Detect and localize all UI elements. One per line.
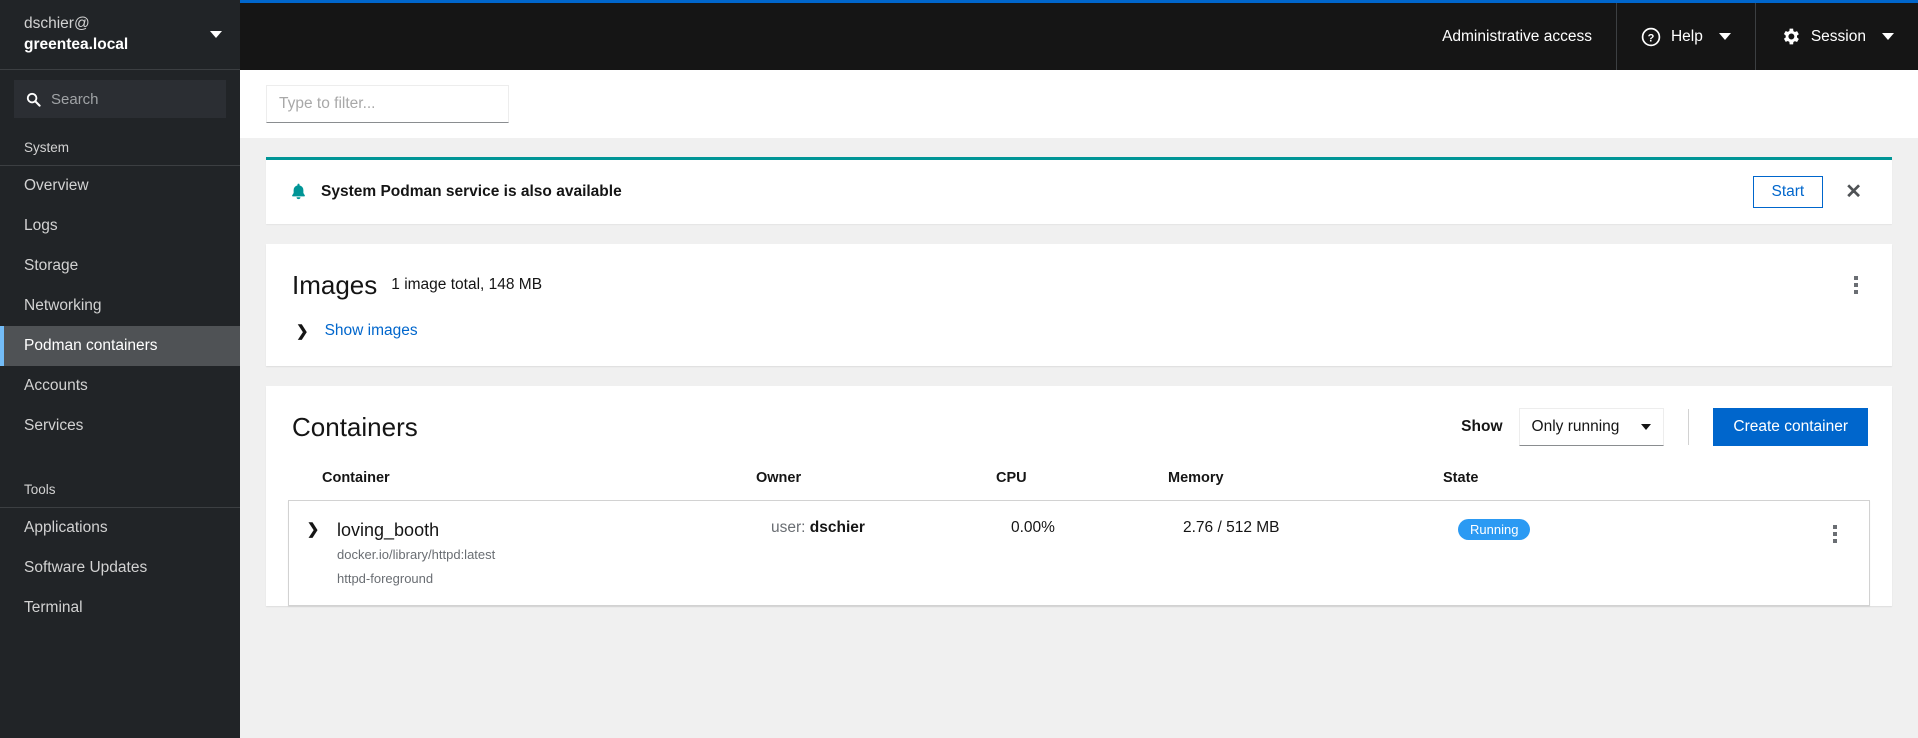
caret-down-icon	[210, 31, 222, 38]
close-icon[interactable]: ✕	[1837, 178, 1870, 206]
column-header-state: State	[1443, 470, 1479, 486]
search-input[interactable]	[51, 90, 214, 108]
sidebar-item-overview[interactable]: Overview	[0, 166, 240, 206]
owner-value: dschier	[809, 519, 865, 536]
question-circle-icon: ?	[1641, 27, 1661, 46]
column-header-container: Container	[322, 470, 390, 486]
show-images-link[interactable]: Show images	[325, 322, 418, 340]
column-header-memory: Memory	[1168, 470, 1224, 486]
show-images-row[interactable]: ❯ Show images	[266, 312, 1892, 366]
kebab-dot	[1854, 290, 1858, 294]
start-button[interactable]: Start	[1752, 176, 1824, 208]
cell-cpu: 0.00%	[1011, 519, 1055, 536]
svg-text:?: ?	[1648, 32, 1655, 44]
images-card-header: Images 1 image total, 148 MB	[266, 244, 1892, 312]
kebab-dot	[1833, 539, 1837, 543]
table-row-inner: ❯ loving_booth docker.io/library/httpd:l…	[289, 501, 1869, 605]
images-card: Images 1 image total, 148 MB ❯ Show imag…	[266, 244, 1892, 366]
kebab-dot	[1854, 276, 1858, 280]
sidebar-nav: System Overview Logs Storage Networking …	[0, 126, 240, 628]
session-label: Session	[1810, 27, 1866, 45]
filter-input[interactable]	[266, 85, 509, 123]
app-root: dschier@ greentea.local System Overview …	[0, 0, 1918, 738]
show-filter-select[interactable]: Only running	[1518, 408, 1665, 446]
container-command: httpd-foreground	[337, 570, 434, 586]
nav-section-title-system: System	[0, 126, 240, 166]
sidebar-item-software-updates[interactable]: Software Updates	[0, 548, 240, 588]
host-user: dschier@	[24, 14, 90, 32]
sidebar-item-podman-containers[interactable]: Podman containers	[0, 326, 240, 366]
host-machine: greentea.local	[24, 35, 129, 53]
chevron-down-icon	[1718, 33, 1731, 40]
sidebar-item-accounts[interactable]: Accounts	[0, 366, 240, 406]
page-content: System Podman service is also available …	[240, 138, 1918, 738]
topbar: Administrative access ? Help Session	[240, 0, 1918, 70]
container-name: loving_booth	[337, 520, 440, 540]
administrative-access-label: Administrative access	[1442, 27, 1592, 45]
sidebar-item-networking[interactable]: Networking	[0, 286, 240, 326]
column-header-owner: Owner	[756, 470, 802, 486]
host-names: dschier@ greentea.local	[24, 14, 128, 56]
search-icon	[26, 92, 41, 107]
kebab-dot	[1833, 532, 1837, 536]
containers-title: Containers	[292, 411, 418, 442]
create-container-button[interactable]: Create container	[1713, 408, 1868, 446]
cell-owner: user: dschier	[771, 517, 1011, 537]
show-filter-value: Only running	[1531, 418, 1620, 435]
table-row[interactable]: ❯ loving_booth docker.io/library/httpd:l…	[288, 500, 1870, 606]
sidebar-item-terminal[interactable]: Terminal	[0, 588, 240, 628]
row-expand-toggle[interactable]: ❯	[289, 517, 337, 539]
show-filter-label: Show	[1461, 418, 1503, 435]
chevron-right-icon[interactable]: ❯	[307, 521, 320, 538]
chevron-down-icon-2	[1882, 33, 1894, 40]
main-area: Administrative access ? Help Session Typ…	[240, 0, 1918, 738]
search-box[interactable]	[14, 80, 226, 118]
sidebar-item-logs[interactable]: Logs	[0, 206, 240, 246]
sidebar-item-applications[interactable]: Applications	[0, 508, 240, 548]
images-kebab-menu-icon[interactable]	[1844, 268, 1868, 302]
container-image: docker.io/library/httpd:latest	[337, 547, 496, 563]
kebab-dot	[1833, 525, 1837, 529]
cell-state: Running	[1458, 517, 1805, 540]
images-subtitle: 1 image total, 148 MB	[391, 276, 543, 293]
alert-message: System Podman service is also available	[321, 183, 622, 200]
sidebar-item-storage[interactable]: Storage	[0, 246, 240, 286]
help-label: Help	[1670, 27, 1703, 45]
bell-icon	[292, 183, 305, 200]
cell-container: loving_booth docker.io/library/httpd:lat…	[337, 517, 771, 589]
row-menu-wrap	[1805, 517, 1865, 551]
nav-section-title-tools: Tools	[0, 468, 240, 508]
containers-card: Containers Show Only running Create cont…	[266, 386, 1892, 606]
caret-down-icon	[1641, 424, 1652, 430]
images-title: Images	[292, 269, 378, 300]
kebab-dot	[1854, 283, 1858, 287]
header-divider	[1688, 409, 1690, 445]
session-menu-button[interactable]: Session	[1756, 3, 1918, 70]
sidebar-search-wrap	[0, 70, 240, 126]
owner-prefix: user:	[771, 519, 806, 536]
containers-card-header: Containers Show Only running Create cont…	[266, 386, 1892, 464]
sidebar: dschier@ greentea.local System Overview …	[0, 0, 240, 738]
podman-service-alert: System Podman service is also available …	[266, 157, 1892, 224]
host-switcher[interactable]: dschier@ greentea.local	[0, 0, 240, 70]
chevron-right-icon[interactable]: ❯	[296, 324, 309, 339]
gear-icon	[1783, 28, 1799, 45]
column-header-cpu: CPU	[996, 470, 1027, 486]
container-kebab-menu-icon[interactable]	[1823, 517, 1847, 551]
filter-bar	[240, 70, 1918, 138]
containers-table: Container Owner CPU Memory State	[266, 464, 1892, 500]
status-badge: Running	[1458, 519, 1531, 540]
containers-header-row: Container Owner CPU Memory State	[266, 464, 1892, 500]
containers-table-head: Container Owner CPU Memory State	[266, 464, 1892, 500]
nav-gap	[0, 446, 240, 468]
sidebar-item-services[interactable]: Services	[0, 406, 240, 446]
cell-memory: 2.76 / 512 MB	[1183, 519, 1280, 536]
help-menu-button[interactable]: ? Help	[1617, 3, 1755, 70]
